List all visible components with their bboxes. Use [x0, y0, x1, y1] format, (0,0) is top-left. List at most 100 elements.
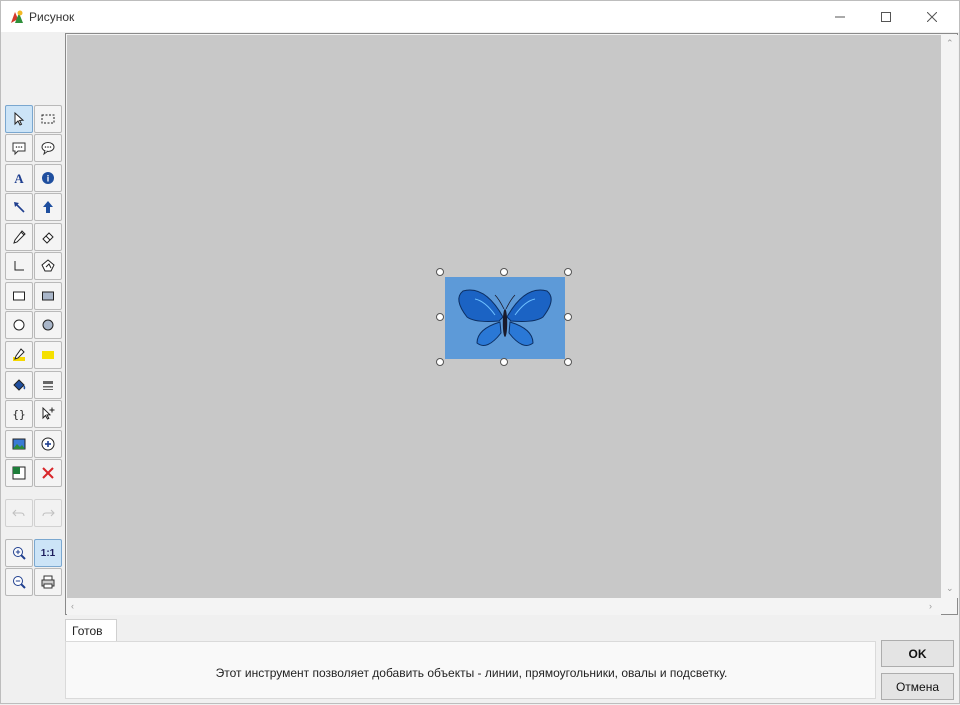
window-title: Рисунок	[29, 10, 75, 24]
close-icon	[927, 11, 937, 22]
filled-rectangle-tool-button[interactable]	[34, 282, 62, 310]
plus-circle-icon	[41, 437, 55, 451]
zoom-out-button[interactable]	[5, 568, 33, 596]
resize-handle-left[interactable]	[436, 313, 444, 321]
marquee-select-icon	[41, 114, 55, 124]
tool-palette: A i {} 1:1	[1, 33, 65, 705]
add-marker-tool-button[interactable]	[34, 430, 62, 458]
close-button[interactable]	[909, 1, 955, 32]
text-a-icon: A	[14, 171, 24, 186]
cursor-arrow-icon	[14, 111, 25, 126]
highlighter-tool-button[interactable]	[5, 341, 33, 369]
scroll-up-icon[interactable]: ⌃	[946, 38, 954, 49]
highlight-area-tool-button[interactable]	[34, 341, 62, 369]
filled-ellipse-tool-button[interactable]	[34, 311, 62, 339]
resize-handle-top[interactable]	[500, 268, 508, 276]
minimize-icon	[835, 16, 845, 17]
resize-handle-bottom-left[interactable]	[436, 358, 444, 366]
block-arrow-tool-button[interactable]	[34, 193, 62, 221]
maximize-button[interactable]	[863, 1, 909, 32]
info-circle-icon: i	[42, 172, 54, 184]
ok-button[interactable]: OK	[881, 640, 954, 667]
scroll-down-icon[interactable]: ⌄	[946, 583, 954, 594]
scroll-left-icon[interactable]: ‹	[71, 601, 74, 611]
eraser-icon	[42, 232, 54, 244]
insert-image-tool-button[interactable]	[5, 430, 33, 458]
resize-handle-right[interactable]	[564, 313, 572, 321]
redo-button[interactable]	[34, 499, 62, 527]
cancel-button[interactable]: Отмена	[881, 673, 954, 700]
butterfly-image[interactable]	[445, 277, 565, 359]
speech-bubble-icon	[12, 142, 26, 156]
title-bar: Рисунок	[1, 1, 959, 32]
polyline-tool-button[interactable]	[5, 252, 33, 280]
status-tab[interactable]: Готов	[65, 619, 117, 641]
svg-text:{}: {}	[12, 408, 25, 421]
highlighter-icon	[13, 348, 25, 361]
select-tool-button[interactable]	[5, 105, 33, 133]
zoom-in-icon	[13, 547, 26, 560]
braces-tool-button[interactable]: {}	[5, 400, 33, 428]
printer-icon	[41, 575, 55, 589]
scroll-right-icon[interactable]: ›	[929, 601, 932, 611]
polygon-icon	[41, 259, 55, 272]
rect-select-tool-button[interactable]	[34, 105, 62, 133]
line-style-icon	[43, 381, 53, 390]
eraser-tool-button[interactable]	[34, 223, 62, 251]
text-tool-button[interactable]: A	[5, 164, 33, 192]
zoom-reset-label: 1:1	[40, 547, 56, 559]
svg-text:A: A	[14, 171, 24, 186]
up-arrow-icon	[43, 201, 53, 213]
app-icon	[11, 10, 23, 23]
horizontal-scrollbar[interactable]: ‹ ›	[67, 599, 941, 615]
svg-text:i: i	[47, 174, 50, 184]
resize-handle-top-right[interactable]	[564, 268, 572, 276]
fill-tool-button[interactable]	[5, 371, 33, 399]
circle-outline-icon	[13, 319, 25, 331]
round-callout-tool-button[interactable]	[34, 134, 62, 162]
zoom-actual-size-button[interactable]: 1:1	[34, 539, 62, 567]
delete-x-icon	[42, 467, 54, 479]
drawing-canvas[interactable]	[67, 35, 941, 598]
round-speech-bubble-icon	[41, 142, 55, 156]
line-style-tool-button[interactable]	[34, 371, 62, 399]
delete-tool-button[interactable]	[34, 459, 62, 487]
undo-button[interactable]	[5, 499, 33, 527]
paint-bucket-icon	[13, 379, 26, 391]
color-swatch-icon	[12, 466, 26, 480]
drawing-area: ⌃ ⌄ ‹ ›	[65, 33, 958, 615]
maximize-icon	[881, 11, 891, 22]
undo-icon	[12, 509, 25, 517]
callout-tool-button[interactable]	[5, 134, 33, 162]
vertical-scrollbar[interactable]: ⌃ ⌄	[942, 35, 958, 598]
zoom-out-icon	[13, 576, 26, 589]
redo-icon	[42, 509, 55, 517]
background-color-tool-button[interactable]	[5, 459, 33, 487]
rectangle-tool-button[interactable]	[5, 282, 33, 310]
add-point-tool-button[interactable]	[34, 400, 62, 428]
minimize-button[interactable]	[817, 1, 863, 32]
pencil-tool-button[interactable]	[5, 223, 33, 251]
rectangle-filled-icon	[42, 291, 54, 301]
yellow-box-icon	[42, 351, 54, 359]
info-marker-tool-button[interactable]: i	[34, 164, 62, 192]
image-icon	[12, 438, 26, 450]
corner-line-icon	[14, 261, 24, 271]
print-button[interactable]	[34, 568, 62, 596]
picture-editor-window: Рисунок A i {} 1:1 ⌃ ⌄ ‹ › Готов Этот ин…	[0, 0, 960, 704]
arrow-line-tool-button[interactable]	[5, 193, 33, 221]
butterfly-picture	[445, 277, 565, 359]
resize-handle-bottom-right[interactable]	[564, 358, 572, 366]
ellipse-tool-button[interactable]	[5, 311, 33, 339]
resize-handle-top-left[interactable]	[436, 268, 444, 276]
polygon-tool-button[interactable]	[34, 252, 62, 280]
resize-handle-bottom[interactable]	[500, 358, 508, 366]
diagonal-arrow-icon	[14, 202, 25, 213]
status-message: Этот инструмент позволяет добавить объек…	[215, 666, 728, 680]
circle-filled-icon	[42, 319, 54, 331]
cursor-plus-icon	[42, 406, 55, 420]
rectangle-outline-icon	[13, 291, 25, 301]
zoom-in-button[interactable]	[5, 539, 33, 567]
curly-braces-icon: {}	[12, 408, 25, 421]
pencil-icon	[13, 230, 26, 244]
